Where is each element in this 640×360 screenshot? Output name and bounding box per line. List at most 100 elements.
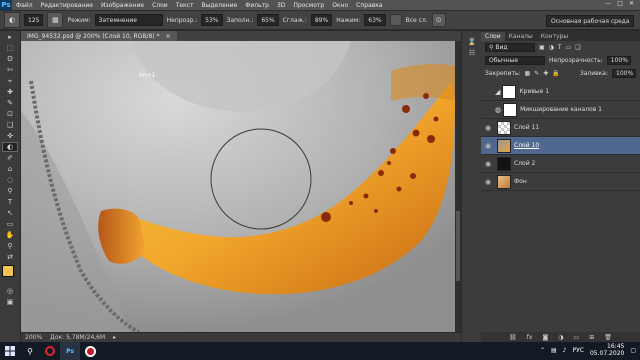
quick-mask-icon[interactable]: ◎: [2, 286, 18, 296]
workspace-select[interactable]: Основная рабочая среда: [546, 15, 634, 27]
filter-smart-icon[interactable]: ❑: [575, 44, 580, 51]
shape-tool-icon[interactable]: ▭: [2, 219, 18, 229]
photoshop-taskbar-icon[interactable]: Ps: [60, 342, 80, 360]
fill-field[interactable]: 100%: [612, 69, 636, 78]
brush-tool-icon[interactable]: ✎: [2, 98, 18, 108]
lasso-tool-icon[interactable]: ʘ: [2, 54, 18, 64]
recorder-icon[interactable]: [80, 342, 100, 360]
blur-tool-icon[interactable]: ◌: [2, 175, 18, 185]
eyedropper-tool-icon[interactable]: ⌖: [2, 76, 18, 86]
language-indicator[interactable]: РУС: [573, 347, 584, 354]
menu-filter[interactable]: Фильтр: [241, 2, 273, 9]
layer-row[interactable]: ◉ Слой 11: [481, 119, 640, 137]
layer-name[interactable]: Фон: [514, 178, 527, 185]
layer-row[interactable]: ◢ Кривые 1: [481, 83, 640, 101]
opacity-field[interactable]: 53%: [201, 14, 223, 26]
layer-name[interactable]: Слой 10: [514, 142, 539, 149]
eye-icon[interactable]: ◉: [481, 124, 495, 132]
brush-size-field[interactable]: 125: [24, 14, 44, 26]
eye-icon[interactable]: ◉: [481, 160, 495, 168]
start-button[interactable]: [0, 342, 20, 360]
filter-type-icon[interactable]: T: [558, 44, 562, 51]
clone-stamp-tool-icon[interactable]: ⊡: [2, 109, 18, 119]
eye-icon[interactable]: ◉: [481, 142, 495, 150]
move-tool-icon[interactable]: ▸: [2, 32, 18, 42]
eye-icon[interactable]: ◉: [481, 178, 495, 186]
type-tool-icon[interactable]: T: [2, 197, 18, 207]
properties-panel-icon[interactable]: ☷: [464, 48, 480, 58]
status-arrow-icon[interactable]: ▸: [113, 334, 116, 341]
swap-colors-icon[interactable]: ⇄: [2, 252, 18, 262]
layer-row[interactable]: ◍ Микширование каналов 1: [481, 101, 640, 119]
close-window-button[interactable]: ✕: [629, 0, 634, 7]
dodge-tool-icon[interactable]: ⌂: [2, 164, 18, 174]
history-brush-tool-icon[interactable]: ❑: [2, 120, 18, 130]
taskbar-search-icon[interactable]: ⚲: [20, 342, 40, 360]
pressure-field[interactable]: 63%: [364, 14, 386, 26]
mode-select[interactable]: Затемнение: [94, 14, 163, 26]
pen-tool-icon[interactable]: ⚲: [2, 186, 18, 196]
layer-filter-select[interactable]: ⚲ Вид: [485, 43, 535, 52]
menu-image[interactable]: Изображение: [97, 2, 148, 9]
layer-row[interactable]: ◉ Слой 2: [481, 155, 640, 173]
burn-tool-icon[interactable]: ◐: [4, 12, 20, 28]
layer-name[interactable]: Кривые 1: [519, 88, 549, 95]
menu-layers[interactable]: Слои: [148, 2, 172, 9]
notifications-icon[interactable]: ▢: [630, 347, 636, 354]
zoom-tool-icon[interactable]: ⚲: [2, 241, 18, 251]
clock[interactable]: 16:45 05.07.2020: [590, 343, 624, 357]
screen-mode-icon[interactable]: ▣: [2, 297, 18, 307]
new-adjustment-icon[interactable]: ◑: [558, 334, 563, 341]
lock-paint-icon[interactable]: ✎: [534, 70, 539, 77]
gradient-tool-icon[interactable]: ✐: [2, 153, 18, 163]
layer-opacity-field[interactable]: 100%: [606, 56, 631, 65]
add-mask-icon[interactable]: ◙: [542, 334, 548, 341]
filter-adjust-icon[interactable]: ◑: [549, 44, 554, 51]
layer-row[interactable]: ◉ Фон: [481, 173, 640, 191]
healing-tool-icon[interactable]: ✚: [2, 87, 18, 97]
pressure-toggle-icon[interactable]: ⊙: [431, 13, 446, 27]
menu-view[interactable]: Просмотр: [289, 2, 328, 9]
foreground-color-swatch[interactable]: [2, 265, 14, 277]
maximize-button[interactable]: □: [617, 0, 623, 7]
history-panel-icon[interactable]: ⌛: [464, 37, 480, 47]
network-icon[interactable]: ▤: [551, 347, 557, 354]
menu-edit[interactable]: Редактирование: [37, 2, 97, 9]
menu-type[interactable]: Текст: [172, 2, 198, 9]
zoom-level[interactable]: 200%: [25, 334, 42, 341]
filter-pixel-icon[interactable]: ▣: [539, 44, 545, 51]
lock-all-icon[interactable]: 🔒: [552, 70, 559, 77]
burn-tool-active-icon[interactable]: ◐: [2, 142, 18, 152]
tab-paths[interactable]: Контуры: [537, 32, 572, 41]
flow-field[interactable]: 65%: [257, 14, 279, 26]
layer-name[interactable]: Микширование каналов 1: [520, 106, 602, 113]
opera-icon[interactable]: [40, 342, 60, 360]
layer-row-selected[interactable]: ◉ Слой 10: [481, 137, 640, 155]
hand-tool-icon[interactable]: ✋: [2, 230, 18, 240]
layer-name[interactable]: Слой 2: [514, 160, 535, 167]
menu-help[interactable]: Справка: [352, 2, 386, 9]
document-tab[interactable]: IMG_94532.psd @ 200% (Слой 10, RGB/8) * …: [21, 31, 177, 41]
canvas-scroll-thumb[interactable]: [456, 211, 460, 281]
tray-up-arrow-icon[interactable]: ⌃: [540, 347, 545, 354]
tab-channels[interactable]: Каналы: [505, 32, 537, 41]
menu-3d[interactable]: 3D: [273, 2, 289, 9]
volume-icon[interactable]: ♪: [563, 347, 567, 354]
new-group-icon[interactable]: ▭: [574, 334, 580, 341]
crop-tool-icon[interactable]: ✄: [2, 65, 18, 75]
document-close-icon[interactable]: ×: [166, 33, 171, 40]
menu-window[interactable]: Окно: [328, 2, 352, 9]
menu-select[interactable]: Выделение: [197, 2, 241, 9]
layer-style-icon[interactable]: fx: [527, 334, 533, 341]
new-layer-icon[interactable]: ⊞: [589, 334, 594, 341]
link-layers-icon[interactable]: ⛓: [509, 334, 517, 341]
eraser-tool-icon[interactable]: ✜: [2, 131, 18, 141]
blend-mode-select[interactable]: Обычные: [485, 56, 545, 65]
document-canvas[interactable]: Im+1: [21, 41, 455, 332]
tab-layers[interactable]: Слои: [481, 32, 505, 41]
brush-panel-icon[interactable]: ▦: [47, 12, 64, 28]
menu-file[interactable]: Файл: [12, 2, 37, 9]
sample-all-layers-checkbox[interactable]: [389, 14, 402, 26]
lock-pixels-icon[interactable]: ▦: [525, 70, 531, 77]
marquee-tool-icon[interactable]: ⬚: [2, 43, 18, 53]
